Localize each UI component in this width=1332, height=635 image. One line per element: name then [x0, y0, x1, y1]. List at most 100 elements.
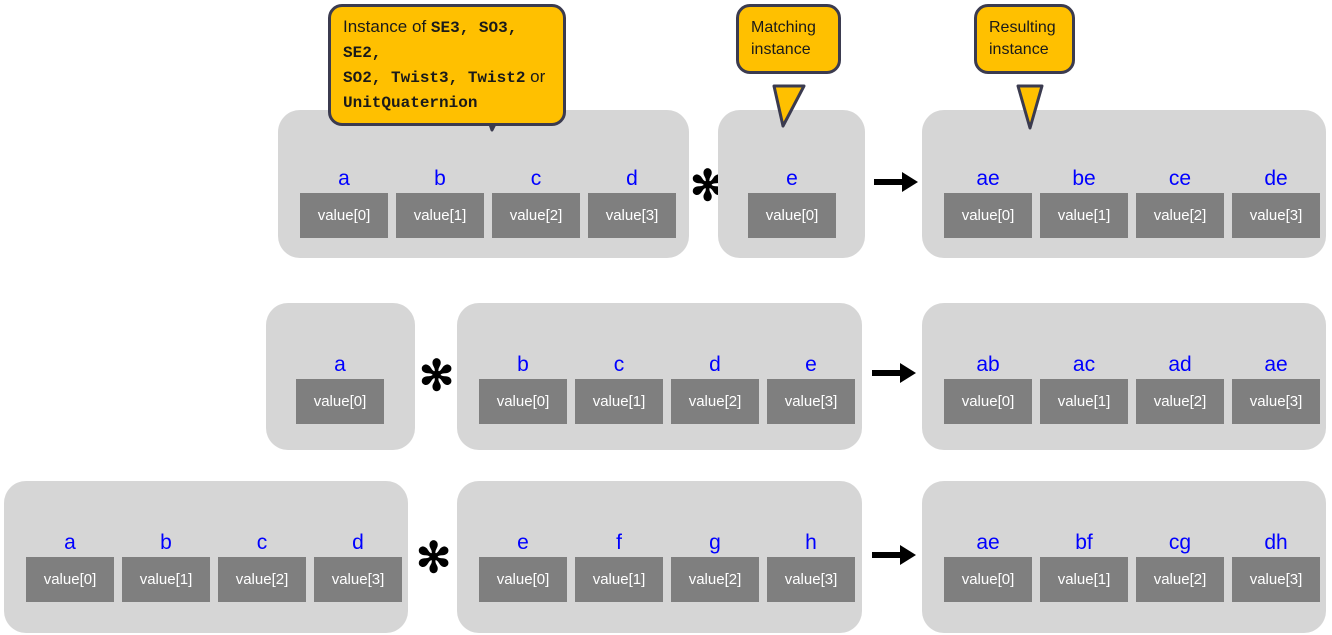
multiply-operator: ✻ — [419, 352, 455, 399]
cell-label: b — [160, 531, 172, 554]
result-arrow-icon — [872, 545, 916, 565]
cell-value: value[0] — [479, 557, 567, 602]
cell-label: b — [434, 167, 446, 190]
cell-value: value[0] — [944, 193, 1032, 238]
callout-matching-instance: Matching instance — [736, 4, 841, 128]
cell-label: ae — [976, 531, 1000, 554]
cell-value: value[0] — [26, 557, 114, 602]
cell-value: value[0] — [748, 193, 836, 238]
cell: ae value[3] — [1232, 353, 1320, 424]
cell-label: be — [1072, 167, 1096, 190]
cell-value: value[2] — [1136, 193, 1224, 238]
cell: c value[1] — [575, 353, 663, 424]
cell-value: value[1] — [1040, 379, 1128, 424]
cell-value: value[2] — [1136, 557, 1224, 602]
cell: ae value[0] — [944, 531, 1032, 602]
cell: d value[3] — [314, 531, 402, 602]
callout-matching-instance-body: Matching instance — [736, 4, 841, 74]
cell: d value[2] — [671, 353, 759, 424]
cell-value: value[1] — [1040, 193, 1128, 238]
cell: ac value[1] — [1040, 353, 1128, 424]
cell-value: value[3] — [1232, 557, 1320, 602]
cell-label: ab — [976, 353, 1000, 376]
cell: a value[0] — [296, 353, 384, 424]
cell-label: c — [613, 353, 625, 376]
result-row-2: ab value[0] ac value[1] ad value[2] ae v… — [922, 303, 1326, 450]
cell-value: value[1] — [122, 557, 210, 602]
cell-value: value[1] — [575, 379, 663, 424]
cell-label: dh — [1264, 531, 1288, 554]
callout-line-2: SO2, Twist3, Twist2 or — [343, 67, 546, 87]
cell-value: value[1] — [1040, 557, 1128, 602]
cell-value: value[3] — [588, 193, 676, 238]
cell: b value[0] — [479, 353, 567, 424]
left-operand-row-2: a value[0] — [266, 303, 415, 450]
cell: be value[1] — [1040, 167, 1128, 238]
right-operand-row-1: e value[0] — [718, 110, 865, 258]
cell-label: h — [805, 531, 817, 554]
cell-label: ce — [1168, 167, 1192, 190]
right-operand-row-2: b value[0] c value[1] d value[2] e value… — [457, 303, 862, 450]
cell: h value[3] — [767, 531, 855, 602]
cell: ad value[2] — [1136, 353, 1224, 424]
cell-label: f — [616, 531, 622, 554]
callout-instance-of: Instance of SE3, SO3, SE2, SO2, Twist3, … — [328, 4, 566, 132]
cell-value: value[0] — [300, 193, 388, 238]
callout-instance-of-body: Instance of SE3, SO3, SE2, SO2, Twist3, … — [328, 4, 566, 126]
cell-label: d — [352, 531, 364, 554]
cell: bf value[1] — [1040, 531, 1128, 602]
multiply-operator: ✻ — [690, 162, 726, 209]
cell-label: de — [1264, 167, 1288, 190]
cell-value: value[2] — [492, 193, 580, 238]
callout-line-3: UnitQuaternion — [343, 94, 478, 112]
left-operand-row-3: a value[0] b value[1] c value[2] d value… — [4, 481, 408, 633]
cell-label: e — [517, 531, 529, 554]
cell: ae value[0] — [944, 167, 1032, 238]
cell: a value[0] — [300, 167, 388, 238]
cell-label: e — [786, 167, 798, 190]
cell-value: value[2] — [671, 379, 759, 424]
cell: b value[1] — [122, 531, 210, 602]
cell: e value[0] — [748, 167, 836, 238]
cell-value: value[0] — [944, 557, 1032, 602]
cell-label: b — [517, 353, 529, 376]
cell: f value[1] — [575, 531, 663, 602]
left-operand-row-1: a value[0] b value[1] c value[2] d value… — [278, 110, 689, 258]
cell-value: value[3] — [1232, 193, 1320, 238]
callout-resulting-instance-body: Resulting instance — [974, 4, 1075, 74]
cell-value: value[3] — [767, 379, 855, 424]
callout-line-2: instance — [989, 41, 1049, 58]
cell-value: value[1] — [575, 557, 663, 602]
callout-resulting-instance: Resulting instance — [974, 4, 1075, 130]
cell-label: d — [709, 353, 721, 376]
cell-value: value[2] — [218, 557, 306, 602]
cell: c value[2] — [218, 531, 306, 602]
cell: a value[0] — [26, 531, 114, 602]
cell-value: value[3] — [314, 557, 402, 602]
callout-line-2: instance — [751, 41, 811, 58]
cell-value: value[1] — [396, 193, 484, 238]
cell-label: c — [256, 531, 268, 554]
cell-label: bf — [1075, 531, 1093, 554]
cell-value: value[2] — [671, 557, 759, 602]
cell-label: a — [64, 531, 76, 554]
cell-value: value[0] — [479, 379, 567, 424]
result-arrow-icon — [872, 363, 916, 383]
cell-label: e — [805, 353, 817, 376]
cell-label: a — [338, 167, 350, 190]
cell: e value[0] — [479, 531, 567, 602]
cell: de value[3] — [1232, 167, 1320, 238]
cell: b value[1] — [396, 167, 484, 238]
cell-label: d — [626, 167, 638, 190]
cell-label: ad — [1168, 353, 1192, 376]
cell: ce value[2] — [1136, 167, 1224, 238]
cell-label: ae — [976, 167, 1000, 190]
multiply-operator: ✻ — [416, 534, 452, 581]
cell: cg value[2] — [1136, 531, 1224, 602]
callout-line-1: Matching — [751, 19, 816, 36]
cell: c value[2] — [492, 167, 580, 238]
cell: d value[3] — [588, 167, 676, 238]
right-operand-row-3: e value[0] f value[1] g value[2] h value… — [457, 481, 862, 633]
cell-value: value[3] — [1232, 379, 1320, 424]
result-row-1: ae value[0] be value[1] ce value[2] de v… — [922, 110, 1326, 258]
